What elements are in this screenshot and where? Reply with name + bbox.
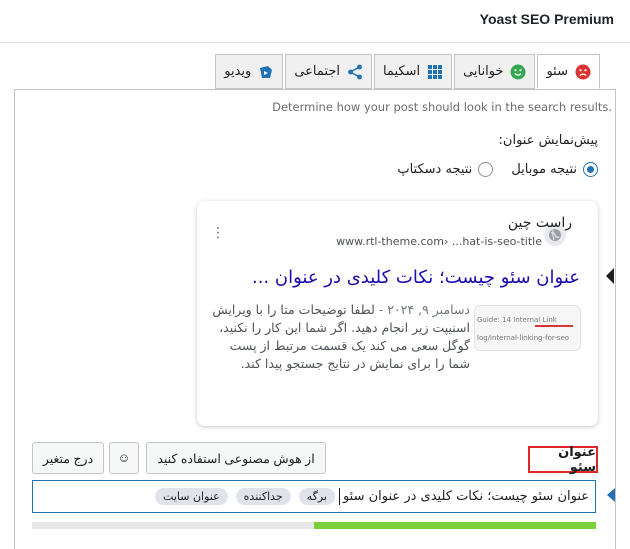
desktop-radio-circle[interactable] (478, 162, 494, 177)
mobile-result-radio[interactable]: نتیجه موبایل (511, 162, 598, 177)
metabox-header: Yoast SEO Premium (0, 0, 630, 43)
thumb-underline (535, 325, 573, 327)
snippet-date: دسامبر ۹, ۲۰۲۴ - (378, 302, 470, 317)
tab-seo-label: سئو (546, 64, 568, 79)
input-pointer-icon (607, 488, 615, 502)
text-caret (338, 488, 340, 505)
title-length-progress (32, 522, 596, 529)
grid-icon (427, 64, 443, 80)
metabox-title: Yoast SEO Premium (479, 11, 614, 27)
preview-mode-radios: نتیجه موبایل نتیجه دسکتاپ (379, 162, 598, 177)
use-ai-button[interactable]: از هوش مصنوعی استفاده کنید (146, 442, 326, 474)
variable-pill-site-title[interactable]: عنوان سایت (155, 488, 228, 505)
tab-social[interactable]: اجتماعی (285, 54, 372, 89)
breadcrumb-url: www.rtl-theme.com› ...hat-is-seo-title (336, 235, 542, 248)
sad-face-icon (575, 64, 591, 80)
card-pointer-icon (606, 268, 614, 284)
variable-pill-separator[interactable]: جداکننده (235, 488, 291, 505)
thumb-caption: Guide: 14 Internal Link (477, 316, 557, 324)
progress-fill (314, 522, 596, 529)
variable-pill-page[interactable]: برگه (298, 488, 335, 505)
preview-description: Determine how your post should look in t… (272, 100, 612, 114)
tab-schema[interactable]: اسکیما (373, 54, 453, 89)
serp-thumbnail: Guide: 14 Internal Link log/internal-lin… (474, 305, 581, 351)
smiley-face-icon (510, 64, 526, 80)
tab-seo[interactable]: سئو (537, 54, 600, 89)
seo-title-label: عنوان سئو (528, 445, 598, 475)
emoji-button[interactable]: ☺ (109, 442, 139, 474)
tab-social-label: اجتماعی (294, 64, 340, 79)
mobile-radio-circle[interactable] (583, 162, 598, 177)
desktop-radio-label: نتیجه دسکتاپ (397, 162, 473, 177)
seo-title-text: عنوان سئو چیست؛ نکات کلیدی در عنوان سئو (342, 489, 589, 504)
desktop-result-radio[interactable]: نتیجه دسکتاپ (397, 162, 494, 177)
preview-label: پیش‌نمایش عنوان: (498, 133, 598, 148)
tab-schema-label: اسکیما (382, 64, 421, 79)
share-icon (347, 64, 363, 80)
more-options-icon: ⋮ (211, 225, 225, 241)
mobile-radio-label: نتیجه موبایل (511, 162, 577, 177)
serp-preview-card[interactable]: ⋮ راست چین www.rtl-theme.com› ...hat-is-… (197, 201, 598, 426)
tab-video[interactable]: ویدیو (215, 54, 284, 89)
tab-video-label: ویدیو (224, 64, 252, 79)
thumb-url: log/internal-linking-for-seo (477, 334, 570, 342)
tab-readability[interactable]: خوانایی (454, 54, 536, 89)
site-name: راست چین (507, 215, 572, 231)
serp-title-link[interactable]: عنوان سئو چیست؛ نکات کلیدی در عنوان ... (252, 267, 580, 288)
video-icon (258, 64, 274, 80)
seo-title-input[interactable]: عنوان سئو چیست؛ نکات کلیدی در عنوان سئو … (32, 480, 596, 513)
meta-snippet: دسامبر ۹, ۲۰۲۴ - لطفا توضیحات متا را با … (208, 301, 470, 373)
tab-bar: سئو خوانایی اسکیما اجتماعی ویدیو (213, 54, 600, 90)
insert-variable-button[interactable]: درج متغیر (32, 442, 104, 474)
tab-readability-label: خوانایی (463, 64, 504, 79)
